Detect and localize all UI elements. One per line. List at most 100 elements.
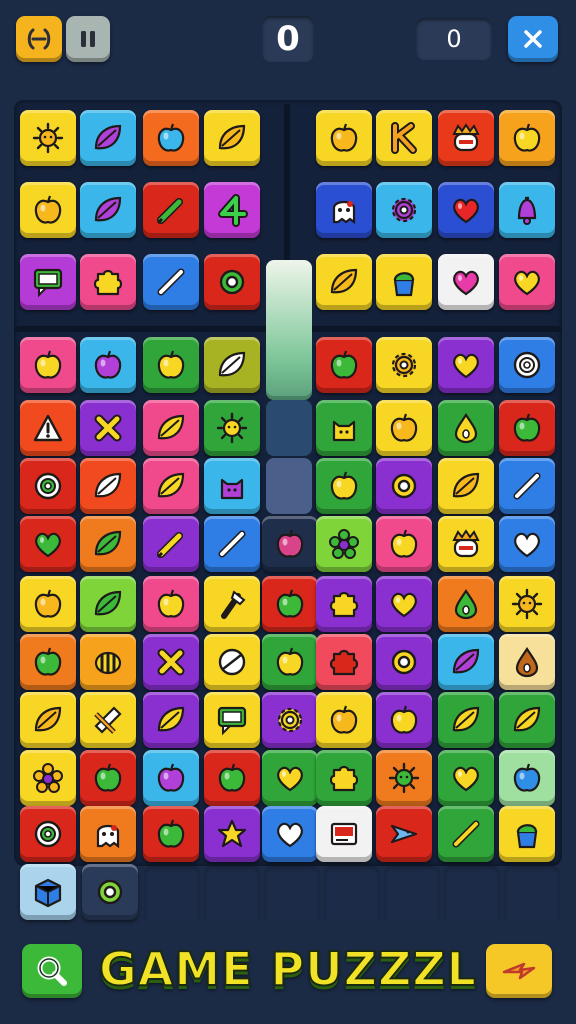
- tile[interactable]: [376, 806, 432, 862]
- menu-button[interactable]: [16, 16, 62, 62]
- tile[interactable]: [316, 516, 372, 572]
- tile[interactable]: [80, 692, 136, 748]
- close-button[interactable]: [508, 16, 558, 62]
- tile[interactable]: [376, 254, 432, 310]
- tile[interactable]: [20, 254, 76, 310]
- tile[interactable]: [204, 458, 260, 514]
- tile[interactable]: [80, 806, 136, 862]
- tile[interactable]: [316, 337, 372, 393]
- tile[interactable]: [143, 516, 199, 572]
- tile[interactable]: [143, 400, 199, 456]
- tile[interactable]: [262, 806, 318, 862]
- tile[interactable]: [20, 692, 76, 748]
- tile[interactable]: [499, 692, 555, 748]
- tile[interactable]: [499, 254, 555, 310]
- tile[interactable]: [143, 458, 199, 514]
- tile[interactable]: [376, 692, 432, 748]
- tile[interactable]: [80, 400, 136, 456]
- tile[interactable]: [262, 516, 318, 572]
- tile[interactable]: [143, 634, 199, 690]
- search-button[interactable]: [22, 944, 82, 998]
- tile[interactable]: [80, 182, 136, 238]
- tile[interactable]: [376, 337, 432, 393]
- tile[interactable]: [80, 634, 136, 690]
- tile[interactable]: [438, 634, 494, 690]
- tile[interactable]: [20, 516, 76, 572]
- tile[interactable]: [499, 576, 555, 632]
- tile[interactable]: [20, 110, 76, 166]
- tile[interactable]: [20, 182, 76, 238]
- tray-tile[interactable]: [82, 864, 138, 920]
- tile[interactable]: [143, 806, 199, 862]
- tile[interactable]: [438, 458, 494, 514]
- tile[interactable]: [316, 254, 372, 310]
- tile[interactable]: [438, 337, 494, 393]
- tile[interactable]: [20, 750, 76, 806]
- tile[interactable]: [204, 254, 260, 310]
- tile[interactable]: [499, 400, 555, 456]
- tile[interactable]: [376, 400, 432, 456]
- tile[interactable]: [376, 634, 432, 690]
- tile[interactable]: [316, 750, 372, 806]
- tile[interactable]: [204, 806, 260, 862]
- tile[interactable]: [499, 458, 555, 514]
- tray-tile[interactable]: [20, 864, 76, 920]
- tile[interactable]: [499, 634, 555, 690]
- tile[interactable]: [143, 110, 199, 166]
- tile[interactable]: [20, 337, 76, 393]
- tile[interactable]: [80, 576, 136, 632]
- tile[interactable]: [204, 516, 260, 572]
- tile[interactable]: [376, 110, 432, 166]
- tile[interactable]: [143, 337, 199, 393]
- tile[interactable]: [143, 750, 199, 806]
- tile[interactable]: [376, 182, 432, 238]
- tile[interactable]: [204, 750, 260, 806]
- tile[interactable]: [143, 576, 199, 632]
- tile[interactable]: [20, 458, 76, 514]
- pause-button[interactable]: [66, 16, 110, 62]
- tile[interactable]: [316, 806, 372, 862]
- tile[interactable]: [376, 576, 432, 632]
- tile[interactable]: [376, 516, 432, 572]
- tile[interactable]: [438, 254, 494, 310]
- tile[interactable]: [499, 750, 555, 806]
- tile[interactable]: [316, 458, 372, 514]
- tile[interactable]: [204, 692, 260, 748]
- tile[interactable]: [80, 458, 136, 514]
- tile[interactable]: [316, 576, 372, 632]
- tile[interactable]: [80, 110, 136, 166]
- tile[interactable]: [438, 576, 494, 632]
- tile[interactable]: [204, 634, 260, 690]
- tile[interactable]: [316, 400, 372, 456]
- tile[interactable]: [80, 516, 136, 572]
- tile[interactable]: [20, 634, 76, 690]
- tile[interactable]: [499, 182, 555, 238]
- tile[interactable]: [438, 806, 494, 862]
- tile[interactable]: [20, 806, 76, 862]
- tile[interactable]: [262, 750, 318, 806]
- tile[interactable]: [438, 182, 494, 238]
- tile[interactable]: [80, 337, 136, 393]
- tile[interactable]: [316, 692, 372, 748]
- share-button[interactable]: [486, 944, 552, 998]
- tile[interactable]: [499, 806, 555, 862]
- tile[interactable]: [376, 458, 432, 514]
- tile[interactable]: [262, 576, 318, 632]
- tile[interactable]: [438, 692, 494, 748]
- tile[interactable]: [438, 400, 494, 456]
- tile[interactable]: [316, 182, 372, 238]
- tile[interactable]: [204, 337, 260, 393]
- tile[interactable]: [80, 750, 136, 806]
- tile[interactable]: [376, 750, 432, 806]
- tile[interactable]: [80, 254, 136, 310]
- tile[interactable]: [316, 634, 372, 690]
- tile[interactable]: [143, 692, 199, 748]
- tile[interactable]: [262, 692, 318, 748]
- tile[interactable]: [204, 110, 260, 166]
- tile[interactable]: [438, 516, 494, 572]
- tile[interactable]: [20, 576, 76, 632]
- tile[interactable]: [204, 576, 260, 632]
- tile[interactable]: [143, 182, 199, 238]
- tile[interactable]: [499, 516, 555, 572]
- tile[interactable]: [438, 110, 494, 166]
